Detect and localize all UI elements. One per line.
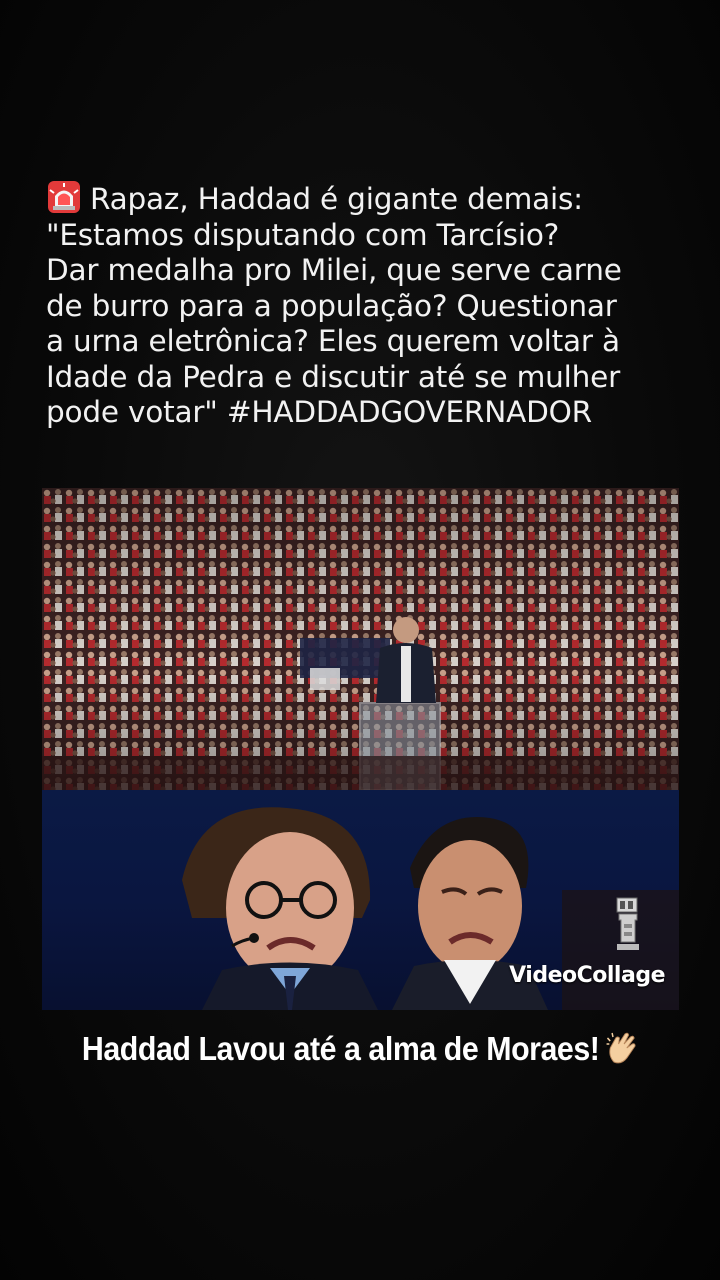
post-line: Dar medalha pro Milei, que serve carne xyxy=(46,253,622,287)
crowd-rally-photo xyxy=(42,488,679,790)
watermark: VideoCollage xyxy=(509,963,665,988)
post-line: a urna eletrônica? Eles querem voltar à xyxy=(46,324,620,358)
rotating-light-icon xyxy=(48,181,80,213)
post-text: Rapaz, Haddad é gigante demais: "Estamos… xyxy=(46,180,686,431)
crowd-scene xyxy=(42,488,679,790)
videocollage-logo-icon xyxy=(616,897,639,950)
post-line: Rapaz, Haddad é gigante demais: xyxy=(46,180,686,218)
clapping-hands-icon xyxy=(606,1032,636,1064)
video-collage[interactable]: VideoCollage xyxy=(42,488,679,1010)
post-line: Idade da Pedra e discutir até se mulher xyxy=(46,359,621,394)
story-screen: Rapaz, Haddad é gigante demais: "Estamos… xyxy=(0,0,720,1280)
crying-faces-photo: VideoCollage xyxy=(42,790,679,1010)
caption-text: Haddad Lavou até a alma de Moraes! xyxy=(81,1030,600,1067)
video-caption: Haddad Lavou até a alma de Moraes! xyxy=(29,1030,691,1068)
post-line: "Estamos disputando com Tarcísio? xyxy=(46,217,560,252)
post-line: pode votar" #HADDADGOVERNADOR xyxy=(46,395,592,429)
post-line: de burro para a população? Questionar xyxy=(46,288,617,323)
